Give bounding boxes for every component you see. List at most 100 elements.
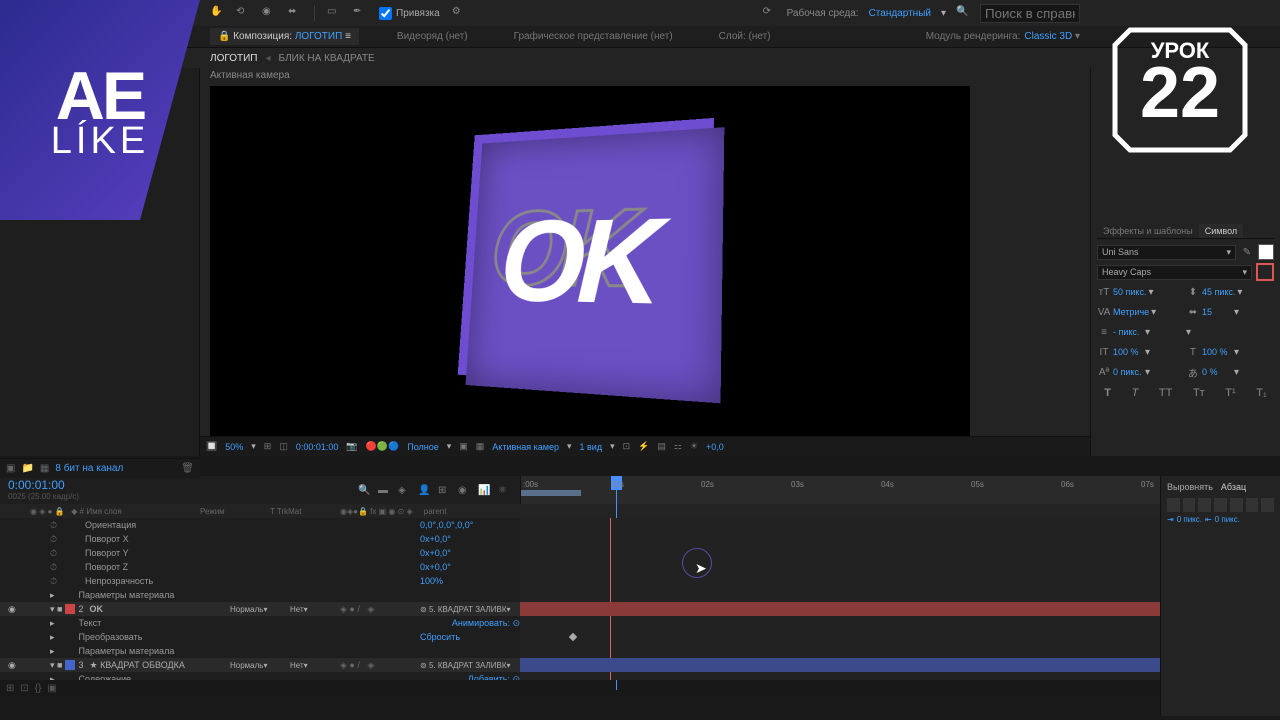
comp-mini-icon[interactable]: ▬ (378, 485, 392, 496)
hscale-input[interactable]: 100 % (1202, 347, 1232, 357)
faux-italic-button[interactable]: T (1132, 387, 1139, 399)
draft3d-icon[interactable]: ◈ (398, 485, 412, 496)
align-right-button[interactable] (1198, 498, 1211, 512)
toggle-modes-icon[interactable]: ⊡ (20, 683, 28, 694)
tracking-input[interactable]: 15 (1202, 307, 1232, 317)
align-left-button[interactable] (1167, 498, 1180, 512)
interpret-icon[interactable]: ▣ (6, 463, 15, 474)
render-queue-icon[interactable]: ▣ (47, 683, 56, 694)
zoom-dropdown[interactable]: 50% (225, 442, 243, 452)
layer-2-ok[interactable]: ◉▾ ■ 2 OK Нормаль▾ Нет▾ ◈ ● / ◈ ⊚ 5. КВА… (0, 602, 520, 616)
prop-roty[interactable]: ⏱Поворот Y0x+0,0° (0, 546, 520, 560)
renderer-dropdown[interactable]: Classic 3D (1024, 31, 1072, 42)
prop-orientation[interactable]: ⏱Ориентация0,0°,0,0°,0,0° (0, 518, 520, 532)
help-search-input[interactable] (980, 4, 1080, 23)
faux-bold-button[interactable]: T (1104, 387, 1111, 399)
shy-icon[interactable]: 👤 (418, 485, 432, 496)
trash-icon[interactable]: 🗑 (181, 463, 194, 474)
breadcrumb-1[interactable]: ЛОГОТИП (210, 53, 257, 64)
prop-material[interactable]: ▸Параметры материала (0, 588, 520, 602)
all-caps-button[interactable]: TT (1159, 387, 1172, 399)
font-size-input[interactable]: 50 пикс. (1113, 287, 1146, 297)
sync-icon[interactable]: ⟳ (763, 6, 777, 20)
time-display[interactable]: 0:00:01:00 (296, 442, 339, 452)
workspace-chevron-icon[interactable]: ▾ (941, 8, 946, 19)
font-style-dropdown[interactable]: Heavy Caps▾ (1097, 265, 1252, 280)
toggle-inout-icon[interactable]: {} (35, 683, 42, 694)
tab-footage[interactable]: Видеоряд (нет) (389, 28, 476, 45)
snapshot-icon[interactable]: 📷 (346, 441, 357, 452)
resolution-dropdown[interactable]: Полное (407, 442, 439, 452)
baseline-input[interactable]: 0 пикс. (1113, 367, 1143, 377)
snap-checkbox[interactable]: Привязка (379, 7, 440, 20)
transparency-icon[interactable]: ▦ (476, 441, 485, 452)
tab-composition[interactable]: 🔒 Композиция: ЛОГОТИП ≡ (210, 28, 359, 45)
views-dropdown[interactable]: 1 вид (580, 442, 603, 452)
vscale-input[interactable]: 100 % (1113, 347, 1143, 357)
superscript-button[interactable]: T¹ (1225, 387, 1235, 399)
indent-left[interactable]: 0 пикс. (1177, 515, 1202, 524)
justify-all-button[interactable] (1261, 498, 1274, 512)
tab-character[interactable]: Символ (1199, 224, 1243, 238)
channel-icon[interactable]: 🔴🟢🔵 (366, 441, 400, 452)
prop-rotx[interactable]: ⏱Поворот X0x+0,0° (0, 532, 520, 546)
layer2-text[interactable]: ▸ТекстАнимировать: ⊙ (0, 616, 520, 630)
shape-tool-icon[interactable]: ▭ (327, 6, 341, 20)
brainstorm-icon[interactable]: ⚛ (498, 485, 512, 496)
tsume-input[interactable]: 0 % (1202, 367, 1232, 377)
stroke-color-swatch[interactable] (1256, 263, 1274, 281)
justify-right-button[interactable] (1246, 498, 1259, 512)
layer2-transform[interactable]: ▸ПреобразоватьСбросить (0, 630, 520, 644)
fast-preview-icon[interactable]: ⚡ (638, 441, 649, 452)
rotate-tool-icon[interactable]: ⟲ (236, 6, 250, 20)
pen-tool-icon[interactable]: ✒ (353, 6, 367, 20)
breadcrumb-2[interactable]: БЛИК НА КВАДРАТЕ (279, 53, 375, 64)
keyframe[interactable] (569, 633, 577, 641)
folder-icon[interactable]: 📁 (21, 463, 33, 474)
toggle-switches-icon[interactable]: ⊞ (6, 683, 14, 694)
workspace-dropdown[interactable]: Стандартный (869, 8, 931, 19)
search-layer-icon[interactable]: 🔍 (358, 485, 372, 496)
layer-3-stroke[interactable]: ◉▾ ■ 3 ★ КВАДРАТ ОБВОДКА Нормаль▾ Нет▾ ◈… (0, 658, 520, 672)
layer2-material[interactable]: ▸Параметры материала (0, 644, 520, 658)
leading-input[interactable]: 45 пикс. (1202, 287, 1235, 297)
snap-opts-icon[interactable]: ⚙ (452, 6, 466, 20)
kerning-dropdown[interactable]: Метриче (1113, 307, 1149, 317)
pixel-aspect-icon[interactable]: ⊡ (623, 441, 631, 452)
font-family-dropdown[interactable]: Uni Sans▾ (1097, 245, 1236, 260)
exposure-icon[interactable]: ☀ (690, 441, 698, 452)
eyedropper-icon[interactable]: ✎ (1240, 247, 1254, 258)
align-center-button[interactable] (1183, 498, 1196, 512)
grid-icon[interactable]: ⊞ (264, 441, 272, 452)
justify-left-button[interactable] (1214, 498, 1227, 512)
work-area[interactable] (521, 490, 581, 496)
stroke-width-input[interactable]: - пикс. (1113, 327, 1143, 337)
frame-blend-icon[interactable]: ⊞ (438, 485, 452, 496)
timeline-icon[interactable]: ▤ (657, 441, 666, 452)
hand-tool-icon[interactable]: ✋ (210, 6, 224, 20)
prop-rotz[interactable]: ⏱Поворот Z0x+0,0° (0, 560, 520, 574)
viewer-canvas[interactable]: OK OK (210, 86, 970, 436)
flowchart-icon[interactable]: ⚏ (674, 441, 682, 452)
tab-align[interactable]: Выровнять (1167, 482, 1213, 492)
small-caps-button[interactable]: Tᴛ (1193, 387, 1205, 399)
roi-icon[interactable]: ▣ (459, 441, 468, 452)
exposure-value[interactable]: +0,0 (706, 442, 724, 452)
tab-effects[interactable]: Эффекты и шаблоны (1097, 224, 1199, 238)
layer3-contents[interactable]: ▸СодержаниеДобавить: ⊙ (0, 672, 520, 680)
current-time[interactable]: 0:00:01:00 (8, 478, 192, 492)
tab-layer[interactable]: Слой: (нет) (711, 28, 779, 45)
camera-view-dropdown[interactable]: Активная камер (492, 442, 559, 452)
justify-center-button[interactable] (1230, 498, 1243, 512)
subscript-button[interactable]: T₁ (1256, 387, 1266, 399)
prop-opacity[interactable]: ⏱Непрозрачность100% (0, 574, 520, 588)
indent-right[interactable]: 0 пикс. (1215, 515, 1240, 524)
mask-icon[interactable]: ◫ (279, 441, 288, 452)
track-layer-3[interactable] (520, 658, 1260, 672)
bit-depth-button[interactable]: 8 бит на канал (55, 463, 123, 474)
tab-paragraph[interactable]: Абзац (1221, 482, 1246, 492)
new-comp-icon[interactable]: ▦ (40, 463, 49, 474)
graph-editor-icon[interactable]: 📊 (478, 485, 492, 496)
motion-blur-icon[interactable]: ◉ (458, 485, 472, 496)
fill-color-swatch[interactable] (1258, 244, 1274, 260)
